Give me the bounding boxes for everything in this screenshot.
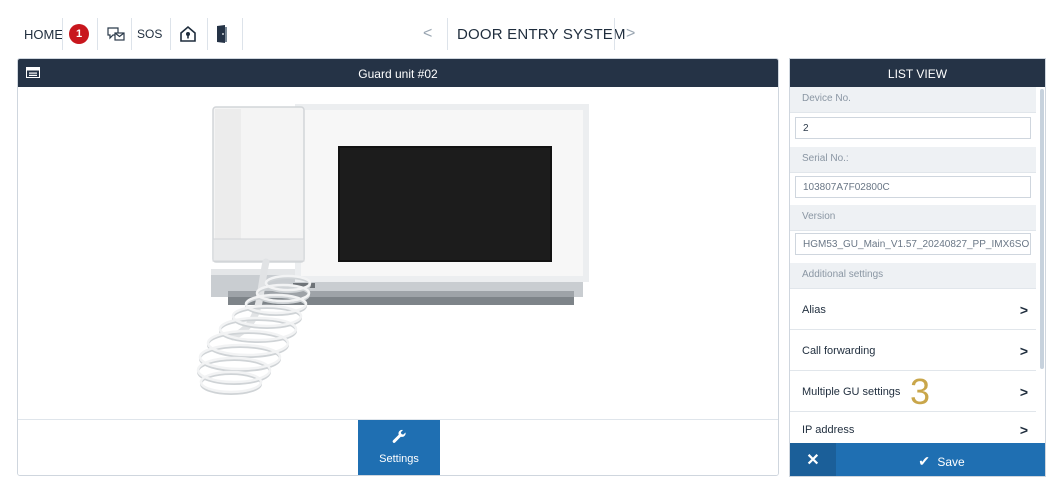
message-icon[interactable]	[106, 22, 126, 46]
settings-button-label: Settings	[379, 453, 419, 465]
chat-envelope-icon	[107, 27, 125, 41]
chevron-right-icon: >	[1019, 384, 1028, 400]
list-item-multiple-gu-settings[interactable]: Multiple GU settings 3 >	[790, 371, 1036, 412]
checkmark-icon: ✔	[918, 453, 931, 469]
door-icon[interactable]	[216, 22, 230, 46]
divider	[97, 18, 98, 50]
alert-badge[interactable]: 1	[69, 24, 89, 44]
device-panel-title: Guard unit #02	[358, 67, 438, 81]
sos-button[interactable]: SOS	[137, 22, 162, 46]
device-panel-toolbar: Settings	[18, 419, 778, 475]
save-button[interactable]: ✔ Save	[836, 443, 1045, 476]
divider	[131, 18, 132, 50]
list-view-panel: LIST VIEW Device No. 2 Serial No.: 10380…	[789, 58, 1046, 477]
divider	[447, 18, 448, 50]
step-number-marker: 3	[910, 371, 931, 412]
chevron-right-icon: >	[1019, 343, 1028, 359]
settings-button[interactable]: Settings	[358, 420, 440, 475]
cancel-button[interactable]: ✕	[790, 443, 836, 476]
version-label: Version	[790, 205, 1036, 231]
home-button[interactable]: HOME	[24, 22, 63, 46]
save-button-label: Save	[937, 455, 965, 469]
additional-settings-label: Additional settings	[790, 263, 1036, 289]
guard-unit-image	[196, 104, 589, 395]
divider	[62, 18, 63, 50]
list-item-label: Call forwarding	[802, 345, 876, 357]
wrench-icon	[392, 429, 406, 443]
chevron-right-icon: >	[1019, 302, 1028, 318]
serial-no-label: Serial No.:	[790, 147, 1036, 173]
device-panel: Guard unit #02 Settings	[17, 58, 779, 476]
list-item-call-forwarding[interactable]: Call forwarding >	[790, 330, 1036, 371]
device-no-field[interactable]: 2	[795, 117, 1031, 139]
divider	[614, 18, 615, 50]
door-shape-icon	[217, 25, 227, 43]
top-bar: HOME 1 SOS < DOOR ENTRY SYSTEM >	[0, 0, 1046, 58]
list-item-ip-address[interactable]: IP address >	[790, 412, 1036, 446]
version-field[interactable]: HGM53_GU_Main_V1.57_20240827_PP_IMX6SOU	[795, 233, 1031, 255]
house-alarm-icon[interactable]	[178, 22, 198, 46]
chevron-right-icon: >	[1019, 422, 1028, 438]
section-title: DOOR ENTRY SYSTEM	[457, 25, 626, 43]
list-item-alias[interactable]: Alias >	[790, 289, 1036, 330]
divider	[207, 18, 208, 50]
device-panel-header: Guard unit #02	[18, 59, 778, 87]
next-section-button[interactable]: >	[626, 22, 635, 46]
list-view-title: LIST VIEW	[790, 59, 1045, 87]
device-image-area	[18, 87, 778, 419]
list-item-label: IP address	[802, 424, 855, 436]
divider	[242, 18, 243, 50]
serial-no-field[interactable]: 103807A7F02800C	[795, 176, 1031, 198]
device-no-label: Device No.	[790, 87, 1036, 113]
list-item-label: Multiple GU settings	[802, 386, 901, 398]
prev-section-button[interactable]: <	[423, 22, 432, 46]
list-item-label: Alias	[802, 304, 826, 316]
house-icon	[180, 25, 196, 42]
list-scrollbar[interactable]	[1040, 89, 1044, 369]
divider	[170, 18, 171, 50]
